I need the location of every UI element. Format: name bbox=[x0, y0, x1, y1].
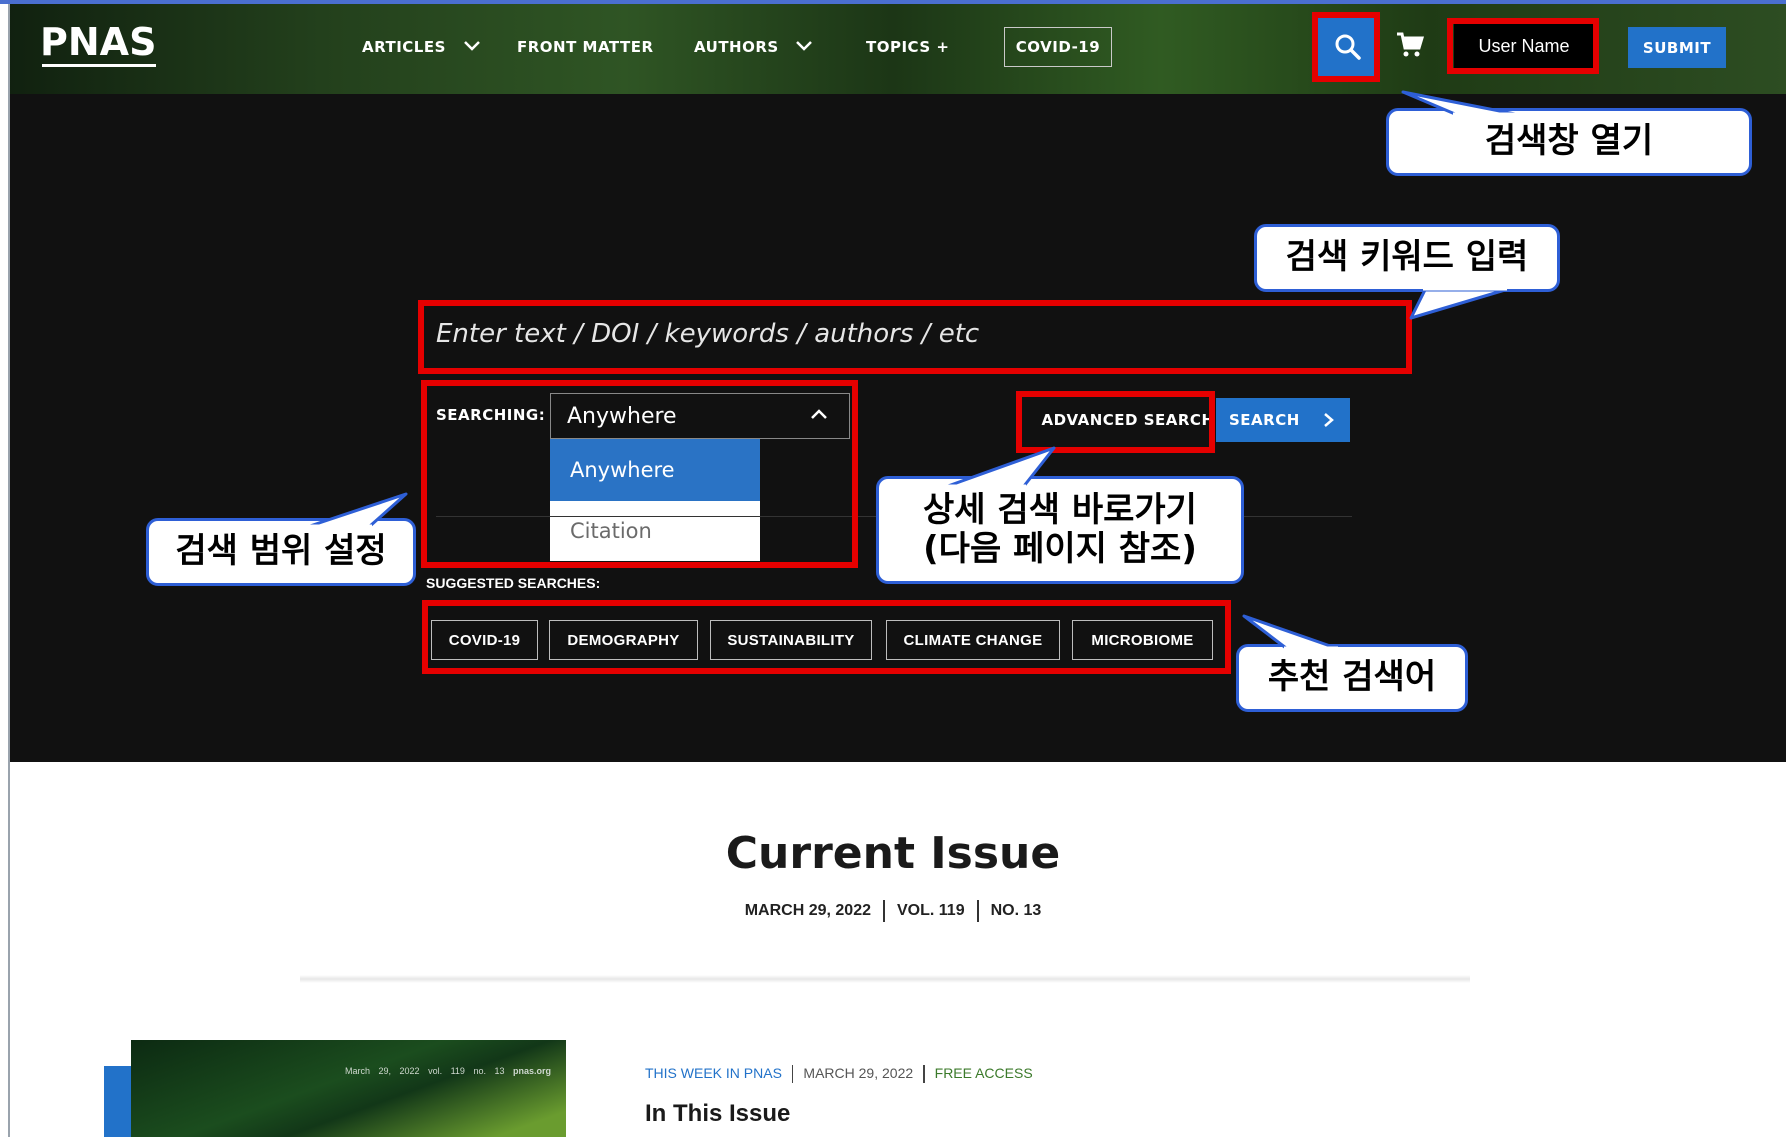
cover-site: pnas.org bbox=[512, 1066, 551, 1076]
callout-advanced-search: 상세 검색 바로가기 (다음 페이지 참조) bbox=[876, 476, 1244, 584]
chevron-down-icon bbox=[796, 41, 812, 51]
cover-meta: March 29, 2022 vol. 119 no. 13 pnas.org bbox=[345, 1066, 551, 1076]
chevron-down-icon bbox=[464, 41, 480, 51]
callout-open-search: 검색창 열기 bbox=[1386, 108, 1752, 176]
issue-cover-image[interactable] bbox=[131, 1040, 566, 1137]
cover-no: no. 13 bbox=[473, 1066, 505, 1076]
current-issue-title: Current Issue bbox=[725, 828, 1061, 879]
issue-date: MARCH 29, 2022 bbox=[744, 902, 871, 920]
nav-topics[interactable]: TOPICS + bbox=[866, 38, 949, 56]
callout-tail bbox=[1242, 614, 1338, 652]
nav-articles[interactable]: ARTICLES bbox=[362, 38, 480, 56]
callout-advanced-line1: 상세 검색 바로가기 bbox=[923, 489, 1197, 530]
cart-icon bbox=[1397, 32, 1425, 57]
nav-front-matter[interactable]: FRONT MATTER bbox=[517, 38, 654, 56]
callout-tail bbox=[1401, 90, 1517, 118]
callout-suggested: 추천 검색어 bbox=[1236, 644, 1468, 712]
cover-vol: vol. 119 bbox=[428, 1066, 465, 1076]
highlight-open-search bbox=[1312, 12, 1380, 82]
current-issue-meta: MARCH 29, 2022 VOL. 119 NO. 13 bbox=[0, 900, 1786, 922]
nav-articles-label: ARTICLES bbox=[362, 38, 446, 56]
article-title-link[interactable]: In This Issue bbox=[645, 1100, 790, 1128]
callout-keyword-input: 검색 키워드 입력 bbox=[1254, 224, 1560, 292]
search-button[interactable]: SEARCH bbox=[1216, 398, 1350, 442]
search-button-label: SEARCH bbox=[1229, 411, 1300, 429]
logo-underline bbox=[42, 64, 156, 67]
callout-tail bbox=[308, 492, 408, 530]
highlight-suggested-searches bbox=[422, 600, 1231, 674]
chevron-right-icon bbox=[1323, 413, 1334, 427]
article-date: MARCH 29, 2022 bbox=[803, 1065, 914, 1081]
callout-tail bbox=[946, 446, 1056, 490]
nav-authors-label: AUTHORS bbox=[694, 38, 779, 56]
article-section-link[interactable]: THIS WEEK IN PNAS bbox=[645, 1065, 782, 1081]
issue-number: NO. 13 bbox=[990, 902, 1042, 920]
nav-authors[interactable]: AUTHORS bbox=[694, 38, 812, 56]
submit-button[interactable]: SUBMIT bbox=[1628, 27, 1726, 68]
callout-tail bbox=[1409, 285, 1507, 320]
window-left-edge bbox=[0, 0, 10, 1137]
nav-covid-button[interactable]: COVID-19 bbox=[1004, 27, 1112, 67]
window-top-edge bbox=[0, 0, 1786, 4]
pnas-logo[interactable]: PNAS bbox=[40, 20, 156, 64]
cart-button[interactable] bbox=[1395, 30, 1425, 64]
callout-advanced-line2: (다음 페이지 참조) bbox=[923, 529, 1197, 569]
article-access-badge: FREE ACCESS bbox=[934, 1065, 1033, 1081]
section-shadow bbox=[300, 975, 1470, 983]
suggested-searches-label: SUGGESTED SEARCHES: bbox=[426, 575, 601, 591]
issue-volume: VOL. 119 bbox=[897, 902, 965, 920]
highlight-search-scope bbox=[421, 380, 858, 568]
highlight-search-input bbox=[418, 300, 1412, 374]
highlight-user-name bbox=[1447, 18, 1599, 74]
cover-date: March 29, 2022 bbox=[345, 1066, 420, 1076]
article-meta: THIS WEEK IN PNAS MARCH 29, 2022 FREE ACCE… bbox=[645, 1065, 1033, 1084]
